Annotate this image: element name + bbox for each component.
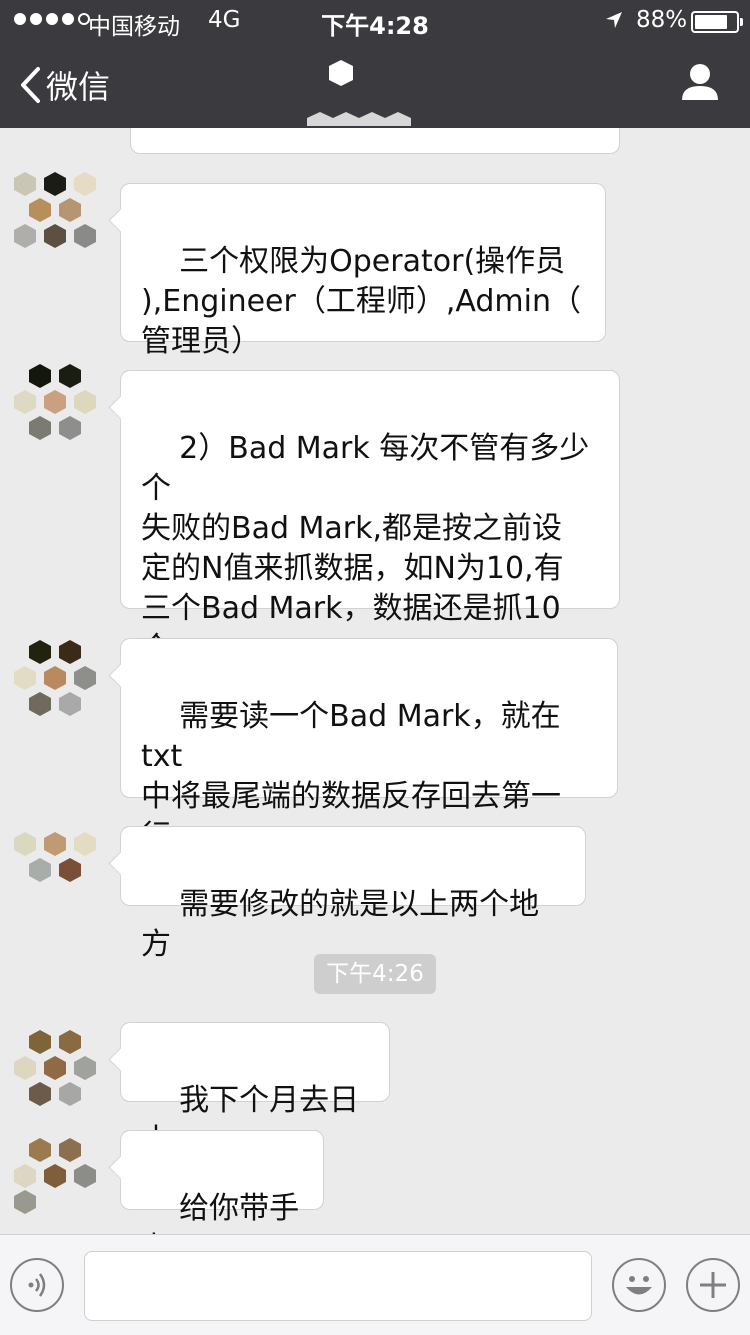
sender-avatar[interactable] bbox=[10, 168, 102, 260]
sender-avatar[interactable] bbox=[5, 1026, 97, 1118]
sender-avatar[interactable] bbox=[10, 636, 102, 728]
emoji-icon bbox=[626, 1276, 652, 1295]
person-icon bbox=[682, 64, 718, 100]
message-bubble[interactable] bbox=[130, 128, 620, 154]
location-icon bbox=[604, 10, 624, 35]
sender-avatar[interactable] bbox=[10, 828, 102, 920]
message-bubble[interactable]: 需要读一个Bad Mark，就在txt 中将最尾端的数据反存回去第一 行 bbox=[120, 638, 618, 854]
contact-name-obscured bbox=[307, 60, 411, 126]
message-input[interactable] bbox=[84, 1251, 592, 1321]
plus-button[interactable] bbox=[686, 1258, 740, 1312]
back-button[interactable]: 微信 bbox=[18, 62, 110, 108]
message-timestamp: 下午4:26 bbox=[314, 954, 436, 994]
sender-avatar[interactable] bbox=[5, 1134, 97, 1226]
input-bar bbox=[0, 1234, 750, 1335]
plus-icon bbox=[700, 1272, 726, 1298]
contact-profile-button[interactable] bbox=[680, 62, 720, 106]
voice-button[interactable] bbox=[10, 1258, 64, 1312]
status-bar: 中国移动 4G 下午4:28 88% bbox=[0, 0, 750, 40]
chat-header: 微信 bbox=[0, 40, 750, 128]
emoji-button[interactable] bbox=[612, 1258, 666, 1312]
message-bubble[interactable]: 三个权限为Operator(操作员 ),Engineer（工程师）,Admin（… bbox=[120, 183, 606, 359]
message-bubble[interactable]: 2）Bad Mark 每次不管有多少个 失败的Bad Mark,都是按之前设 定… bbox=[120, 370, 620, 666]
message-bubble[interactable]: 我下个月去日本 bbox=[120, 1022, 390, 1158]
chevron-left-icon bbox=[21, 67, 40, 103]
message-bubble[interactable]: 给你带手办 bbox=[120, 1130, 324, 1234]
message-bubble[interactable]: 需要修改的就是以上两个地方 bbox=[120, 826, 586, 962]
back-label: 微信 bbox=[46, 68, 111, 106]
battery-icon bbox=[691, 11, 743, 33]
sender-avatar[interactable] bbox=[10, 360, 102, 452]
voice-icon bbox=[28, 1273, 46, 1297]
top-bar: 中国移动 4G 下午4:28 88% 微信 bbox=[0, 0, 750, 128]
battery-percent: 88% bbox=[636, 7, 688, 33]
message-list[interactable]: 三个权限为Operator(操作员 ),Engineer（工程师）,Admin（… bbox=[0, 128, 750, 1234]
